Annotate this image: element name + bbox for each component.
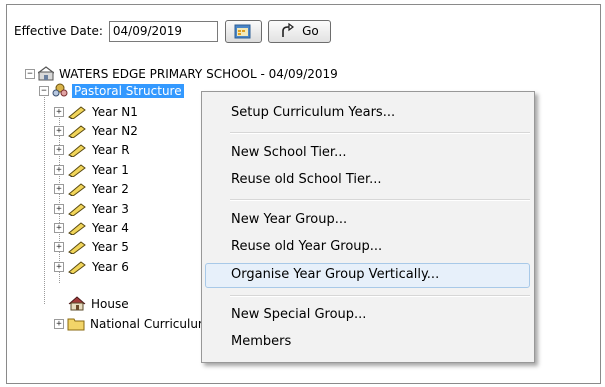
school-icon [38, 66, 54, 81]
collapse-icon[interactable]: − [25, 68, 35, 79]
tree-node-label: WATERS EDGE PRIMARY SCHOOL - 04/09/2019 [59, 66, 338, 81]
tree-node-year[interactable]: + Year 5 [54, 239, 129, 256]
tree-node-label: Year 5 [92, 240, 129, 255]
tree-node-year[interactable]: + Year 6 [54, 258, 129, 275]
year-group-pencil-icon [68, 202, 86, 216]
tree-node-national-curriculum[interactable]: + National Curriculum [54, 315, 210, 332]
tree-node-year[interactable]: + Year 4 [54, 219, 129, 236]
house-icon [68, 296, 86, 311]
tree-node-label: National Curriculum [90, 316, 210, 331]
tree-node-school[interactable]: − WATERS EDGE PRIMARY SCHOOL - 04/09/201… [25, 65, 338, 82]
expand-icon[interactable]: + [54, 125, 64, 136]
tree-node-label: Year 2 [92, 182, 129, 197]
tree-node-year[interactable]: + Year N1 [54, 103, 138, 120]
tree-node-label-selected: Pastoral Structure [72, 83, 184, 98]
year-group-pencil-icon [68, 241, 86, 255]
year-group-pencil-icon [68, 125, 86, 138]
menu-separator [230, 295, 530, 297]
tree-node-label: Year N1 [92, 104, 138, 119]
expand-icon[interactable]: + [54, 318, 64, 329]
menu-item-organise-year-group-vertically[interactable]: Organise Year Group Vertically... [231, 265, 439, 285]
context-menu: Setup Curriculum Years... New School Tie… [201, 91, 535, 363]
year-group-pencil-icon [68, 261, 86, 274]
year-group-pencil-icon [68, 164, 86, 177]
menu-item-reuse-school-tier[interactable]: Reuse old School Tier... [231, 170, 382, 190]
menu-item-members[interactable]: Members [231, 332, 291, 352]
tree-node-house[interactable]: House [68, 295, 129, 312]
tree-node-year[interactable]: + Year 2 [54, 181, 129, 198]
year-group-pencil-icon [68, 144, 86, 158]
folder-icon [67, 318, 85, 331]
tree-node-label: Year 4 [92, 220, 129, 235]
expand-icon[interactable]: + [54, 164, 64, 175]
tree-node-label: House [91, 296, 129, 311]
tree-node-year[interactable]: + Year 1 [54, 161, 129, 178]
tree-node-label: Year 1 [92, 162, 129, 177]
tree-node-label: Year 3 [92, 201, 129, 216]
tree-node-pastoral-structure[interactable]: − Pastoral Structure [39, 82, 184, 99]
expand-icon[interactable]: + [54, 145, 64, 156]
tree-node-label: Year 6 [92, 259, 129, 274]
tree-node-year[interactable]: + Year N2 [54, 122, 138, 139]
expand-icon[interactable]: + [54, 184, 64, 195]
tree-node-label: Year R [92, 143, 130, 158]
menu-item-reuse-year-group[interactable]: Reuse old Year Group... [231, 237, 382, 257]
year-group-pencil-icon [68, 105, 86, 119]
tree-connector [44, 88, 45, 304]
group-structure-icon [52, 83, 68, 97]
expand-icon[interactable]: + [54, 242, 64, 253]
expand-icon[interactable]: + [54, 261, 64, 272]
tree-node-label: Year N2 [92, 123, 138, 138]
expand-icon[interactable]: + [54, 106, 64, 117]
year-group-pencil-icon [68, 183, 86, 197]
menu-item-new-year-group[interactable]: New Year Group... [231, 210, 347, 230]
collapse-icon[interactable]: − [39, 85, 49, 96]
menu-separator [230, 132, 530, 134]
expand-icon[interactable]: + [54, 222, 64, 233]
menu-item-new-school-tier[interactable]: New School Tier... [231, 143, 346, 163]
menu-item-setup-curriculum-years[interactable]: Setup Curriculum Years... [231, 103, 395, 123]
year-group-pencil-icon [68, 222, 86, 235]
menu-separator [230, 199, 530, 201]
tree-node-year[interactable]: + Year 3 [54, 200, 129, 217]
tree-node-year[interactable]: + Year R [54, 142, 130, 159]
menu-item-new-special-group[interactable]: New Special Group... [231, 305, 366, 325]
expand-icon[interactable]: + [54, 203, 64, 214]
